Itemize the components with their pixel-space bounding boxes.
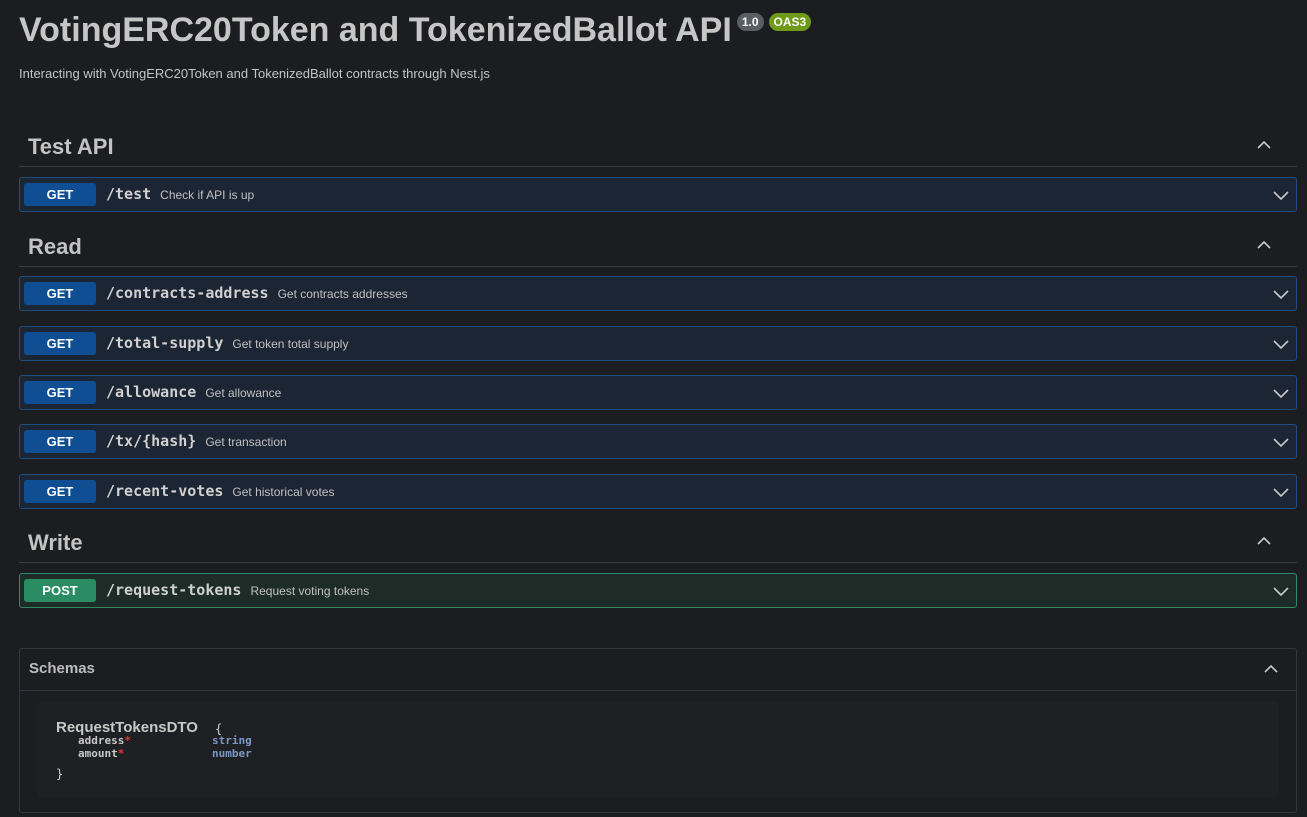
method-badge: GET: [24, 430, 96, 453]
operation-path-text: /test: [106, 185, 152, 203]
swagger-ui: VotingERC20Token and TokenizedBallot API…: [0, 0, 1307, 817]
operation-summary: Get transaction: [205, 435, 287, 449]
chevron-down-icon[interactable]: [1273, 484, 1289, 500]
chevron-down-icon[interactable]: [1273, 385, 1289, 401]
operation-path-text: /contracts-address: [106, 284, 269, 302]
section-test-api[interactable]: Test API: [19, 128, 1297, 167]
schemas-title: Schemas: [29, 660, 95, 677]
operation-summary: Get token total supply: [232, 337, 349, 351]
operation-path: /tx/{hash} Get transaction: [106, 432, 287, 450]
property-name: amount*: [78, 747, 124, 760]
chevron-up-icon[interactable]: [1257, 238, 1271, 252]
chevron-down-icon[interactable]: [1273, 583, 1289, 599]
property-name: address*: [78, 734, 131, 747]
required-marker: *: [124, 734, 131, 747]
chevron-down-icon[interactable]: [1273, 286, 1289, 302]
operation-summary: Check if API is up: [160, 188, 255, 202]
model-request-tokens-dto[interactable]: RequestTokensDTO { address* string amoun…: [38, 701, 1279, 797]
operation-path-text: /recent-votes: [106, 482, 224, 500]
property-name-text: amount: [78, 747, 118, 760]
operation-summary: Get contracts addresses: [277, 287, 408, 301]
operation-path-text: /request-tokens: [106, 581, 242, 599]
method-badge: POST: [24, 579, 96, 602]
section-write[interactable]: Write: [19, 524, 1297, 563]
operation-summary: Request voting tokens: [250, 584, 370, 598]
chevron-down-icon[interactable]: [1273, 434, 1289, 450]
api-info-header: VotingERC20Token and TokenizedBallot API…: [19, 8, 812, 52]
method-badge: GET: [24, 282, 96, 305]
operation-get-recent-votes[interactable]: GET /recent-votes Get historical votes: [19, 474, 1297, 509]
chevron-down-icon[interactable]: [1273, 336, 1289, 352]
chevron-up-icon[interactable]: [1257, 138, 1271, 152]
property-type: string: [212, 734, 252, 747]
chevron-down-icon[interactable]: [1273, 187, 1289, 203]
operation-get-allowance[interactable]: GET /allowance Get allowance: [19, 375, 1297, 410]
method-badge: GET: [24, 381, 96, 404]
section-title: Test API: [28, 134, 114, 159]
oas-badge: OAS3: [768, 13, 812, 31]
version-badge: 1.0: [736, 13, 764, 31]
schemas-panel: Schemas RequestTokensDTO { address* stri…: [19, 648, 1297, 813]
property-name-text: address: [78, 734, 125, 747]
operation-path: /recent-votes Get historical votes: [106, 482, 334, 500]
operation-summary: Get allowance: [205, 386, 282, 400]
chevron-up-icon[interactable]: [1257, 534, 1271, 548]
operation-get-tx-hash[interactable]: GET /tx/{hash} Get transaction: [19, 424, 1297, 459]
section-title: Read: [28, 234, 82, 259]
method-badge: GET: [24, 332, 96, 355]
method-badge: GET: [24, 480, 96, 503]
chevron-up-icon[interactable]: [1264, 662, 1278, 676]
method-badge: GET: [24, 183, 96, 206]
operation-path: /request-tokens Request voting tokens: [106, 581, 369, 599]
section-title: Write: [28, 530, 83, 555]
operation-path-text: /total-supply: [106, 334, 224, 352]
operation-get-total-supply[interactable]: GET /total-supply Get token total supply: [19, 326, 1297, 361]
operation-path: /allowance Get allowance: [106, 383, 281, 401]
property-type: number: [212, 747, 252, 760]
required-marker: *: [117, 747, 125, 760]
operation-path-text: /allowance: [106, 383, 197, 401]
operation-path: /total-supply Get token total supply: [106, 334, 348, 352]
api-title: VotingERC20Token and TokenizedBallot API: [19, 11, 732, 49]
api-description: Interacting with VotingERC20Token and To…: [19, 66, 490, 81]
section-read[interactable]: Read: [19, 228, 1297, 267]
operation-path-text: /tx/{hash}: [106, 432, 197, 450]
operation-summary: Get historical votes: [232, 485, 335, 499]
operation-get-test[interactable]: GET /test Check if API is up: [19, 177, 1297, 212]
model-brace-close: }: [56, 767, 64, 781]
operation-get-contracts-address[interactable]: GET /contracts-address Get contracts addr…: [19, 276, 1297, 311]
operation-path: /contracts-address Get contracts addresse…: [106, 284, 408, 302]
operation-post-request-tokens[interactable]: POST /request-tokens Request voting token…: [19, 573, 1297, 608]
operation-path: /test Check if API is up: [106, 185, 254, 203]
schemas-header[interactable]: Schemas: [20, 649, 1296, 691]
